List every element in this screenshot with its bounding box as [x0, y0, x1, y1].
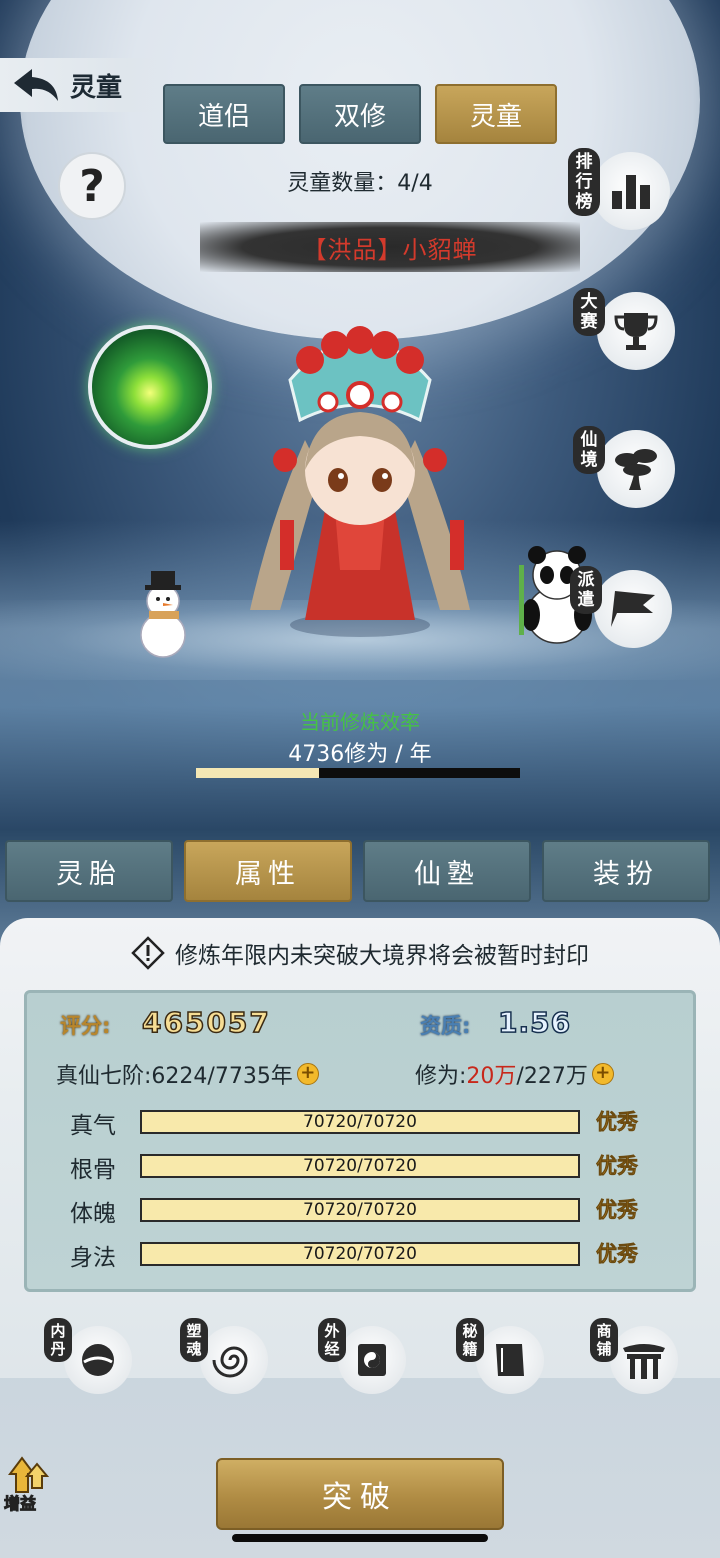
add-years-plus-icon[interactable]: +	[296, 1063, 319, 1085]
warning-text: 修炼年限内未突破大境界将会被暂时封印	[175, 943, 589, 969]
score-value: 465057	[141, 1005, 271, 1040]
shop-circle	[610, 1326, 678, 1394]
book-icon	[496, 1344, 524, 1376]
ranking-button-circle	[592, 152, 670, 230]
tab-academy[interactable]: 仙塾	[363, 840, 531, 902]
tab-daolv[interactable]: 道侣	[163, 84, 285, 144]
realm-row: 真仙七阶: 6224/7735年 + 修为: 20万 /227万 +	[0, 1058, 720, 1090]
character-name: 【洪品】小貂蝉	[302, 235, 478, 264]
fairyland-button-circle	[597, 430, 675, 508]
ranking-label: 排行榜	[568, 148, 600, 216]
tab-lingtai[interactable]: 灵胎	[5, 840, 173, 902]
character-name-banner: 【洪品】小貂蝉	[200, 222, 580, 272]
attribute-row: 真气 70720/70720 优秀	[0, 1108, 720, 1139]
soul-shaping-circle	[200, 1326, 268, 1394]
cultivation-efficiency-value: 4736修为 / 年	[288, 742, 432, 767]
ranking-button[interactable]: 排行榜	[568, 148, 670, 232]
fairyland-button[interactable]: 仙境	[573, 426, 675, 510]
tab-shuangxiu[interactable]: 双修	[299, 84, 421, 144]
add-cultivation-plus-icon[interactable]: +	[591, 1063, 614, 1085]
warning-icon	[131, 936, 165, 970]
attribute-name: 体魄	[70, 1201, 116, 1227]
dispatch-label: 派遣	[570, 566, 602, 614]
character-sprite[interactable]	[210, 320, 510, 650]
score-label: 评分:	[60, 1014, 111, 1038]
back-arrow-icon	[14, 69, 58, 101]
attribute-value: 70720/70720	[303, 1244, 417, 1264]
snowman-decoration	[140, 571, 186, 658]
talent-label: 资质:	[420, 1014, 471, 1038]
realm-info: 真仙七阶: 6224/7735年 +	[56, 1058, 319, 1090]
soul-swirl-icon	[212, 1346, 248, 1378]
attribute-name: 身法	[70, 1245, 116, 1271]
inner-core-label: 内丹	[44, 1318, 72, 1362]
soul-shaping-label: 塑魂	[180, 1318, 208, 1362]
attribute-row: 体魄 70720/70720 优秀	[0, 1196, 720, 1227]
secret-manual-button[interactable]: 秘籍	[456, 1318, 566, 1398]
cultivation-current: 20万	[466, 1064, 517, 1089]
attribute-grade: 优秀	[596, 1242, 639, 1267]
tab-lingtong[interactable]: 灵童	[435, 84, 557, 144]
talent-value: 1.56	[497, 1005, 572, 1040]
dispatch-button[interactable]: 派遣	[570, 566, 672, 650]
contest-button-circle	[597, 292, 675, 370]
breakthrough-label: 突破	[322, 1480, 398, 1515]
attribute-bar: 70720/70720	[140, 1154, 580, 1178]
secret-manual-label: 秘籍	[456, 1318, 484, 1362]
external-scripture-circle	[338, 1326, 406, 1394]
cultivation-info: 修为: 20万 /227万 +	[415, 1058, 614, 1090]
sub-tab-bar: 灵胎 属性 仙塾 装扮	[5, 840, 710, 902]
contest-label: 大赛	[573, 288, 605, 336]
tab-attributes[interactable]: 属性	[184, 840, 352, 902]
top-tab-bar: 道侣 双修 灵童	[163, 84, 557, 144]
attribute-name: 根骨	[70, 1157, 116, 1183]
attribute-bar: 70720/70720	[140, 1198, 580, 1222]
cultivation-progress-fill	[196, 768, 320, 778]
attribute-name: 真气	[70, 1113, 116, 1139]
buff-label: 增益	[3, 1494, 37, 1514]
shop-gate-icon	[623, 1344, 665, 1379]
attribute-grade: 优秀	[596, 1154, 639, 1179]
home-indicator[interactable]	[232, 1534, 488, 1542]
cultivation-label: 修为:	[415, 1064, 467, 1089]
back-button[interactable]: 灵童	[0, 58, 170, 112]
shop-button[interactable]: 商铺	[590, 1318, 700, 1398]
tab-dressup[interactable]: 装扮	[542, 840, 710, 902]
attribute-value: 70720/70720	[303, 1112, 417, 1132]
cultivation-progress-bar	[196, 768, 520, 778]
fairyland-label: 仙境	[573, 426, 605, 474]
external-scripture-label: 外经	[318, 1318, 346, 1362]
cultivation-efficiency-label: 当前修炼效率	[300, 710, 420, 734]
soul-shaping-button[interactable]: 塑魂	[180, 1318, 290, 1398]
tree-icon	[615, 449, 657, 490]
shop-label: 商铺	[590, 1318, 618, 1362]
trophy-icon	[614, 313, 658, 350]
seal-warning: 修炼年限内未突破大境界将会被暂时封印	[0, 936, 720, 970]
realm-label: 真仙七阶:	[56, 1064, 152, 1089]
score-row: 评分: 465057 资质: 1.56	[0, 1005, 720, 1046]
attribute-grade: 优秀	[596, 1198, 639, 1223]
inner-core-button[interactable]: 内丹	[44, 1318, 154, 1398]
attribute-value: 70720/70720	[303, 1200, 417, 1220]
attribute-value: 70720/70720	[303, 1156, 417, 1176]
external-scripture-button[interactable]: 外经	[318, 1318, 428, 1398]
attribute-bar: 70720/70720	[140, 1242, 580, 1266]
attribute-grade: 优秀	[596, 1110, 639, 1135]
inner-core-circle	[64, 1326, 132, 1394]
cultivation-total: /227万	[516, 1064, 588, 1089]
scroll-icon	[358, 1344, 386, 1376]
breakthrough-button[interactable]: 突破	[216, 1458, 504, 1530]
contest-button[interactable]: 大赛	[573, 288, 675, 372]
spirit-orb-icon[interactable]	[88, 325, 212, 449]
inner-core-icon	[82, 1344, 114, 1376]
flag-icon	[611, 591, 655, 627]
attribute-bar: 70720/70720	[140, 1110, 580, 1134]
attribute-row: 根骨 70720/70720 优秀	[0, 1152, 720, 1183]
page-title: 灵童	[70, 72, 123, 103]
realm-value: 6224/7735年	[151, 1064, 293, 1089]
attribute-row: 身法 70720/70720 优秀	[0, 1240, 720, 1271]
secret-manual-circle	[476, 1326, 544, 1394]
ranking-icon	[612, 175, 650, 209]
dispatch-button-circle	[594, 570, 672, 648]
